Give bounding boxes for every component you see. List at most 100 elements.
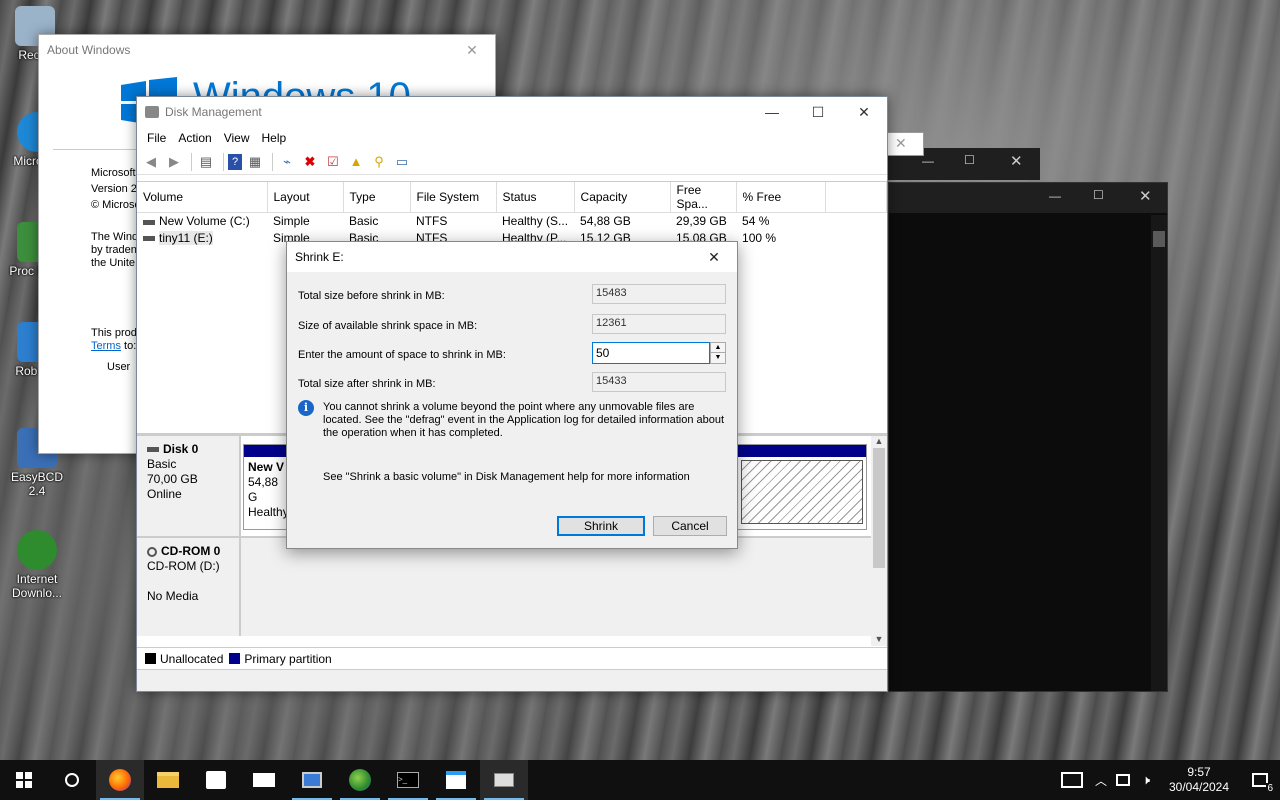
- properties-icon[interactable]: ▦: [245, 152, 265, 172]
- menu-view[interactable]: View: [218, 131, 256, 145]
- disk-mgmt-app-icon: [145, 106, 159, 118]
- spin-down-icon[interactable]: ▼: [711, 353, 725, 363]
- terms-suffix: to:: [124, 340, 137, 352]
- partition-c[interactable]: New V 54,88 G Healthy: [243, 444, 289, 530]
- clock[interactable]: 9:57 30/04/2024: [1158, 765, 1240, 795]
- taskbar: >_ ︿ 🕨 9:57 30/04/2024 6: [0, 760, 1280, 800]
- col-status[interactable]: Status: [496, 182, 575, 213]
- legend-bar: Unallocated Primary partition: [137, 647, 887, 669]
- volume-status[interactable]: 🕨: [1134, 760, 1158, 800]
- close-icon[interactable]: ✕: [449, 35, 495, 65]
- disk-size: 70,00 GB: [147, 472, 198, 486]
- desktop-icon-internet-download-manager[interactable]: Internet Downlo...: [2, 530, 72, 600]
- col-type[interactable]: Type: [343, 182, 411, 213]
- close-icon[interactable]: ✕: [895, 135, 907, 152]
- network-status[interactable]: [1112, 760, 1134, 800]
- partition-e[interactable]: [737, 444, 867, 530]
- terms-link[interactable]: Terms: [91, 340, 121, 352]
- volume-table-header: Volume Layout Type File System Status Ca…: [137, 182, 888, 213]
- minimize-icon[interactable]: —: [749, 97, 795, 127]
- cdrom-name: CD-ROM 0: [161, 544, 221, 558]
- back-icon[interactable]: ◀: [141, 152, 161, 172]
- show-hide-tree-icon[interactable]: ▤: [196, 152, 216, 172]
- taskbar-app-computer[interactable]: [288, 760, 336, 800]
- shrink-amount-stepper[interactable]: ▲ ▼: [710, 342, 726, 364]
- notepad-icon: [446, 771, 466, 789]
- taskbar-firefox[interactable]: [96, 760, 144, 800]
- start-button[interactable]: [0, 760, 48, 800]
- col-free-space[interactable]: Free Spa...: [670, 182, 737, 213]
- scroll-down-icon[interactable]: ▼: [871, 634, 887, 644]
- taskbar-store[interactable]: [192, 760, 240, 800]
- close-icon[interactable]: ✕: [1139, 187, 1152, 205]
- action-center-button[interactable]: 6: [1240, 760, 1280, 800]
- folder-up-icon[interactable]: ▲: [346, 152, 366, 172]
- desktop-icon-label: Internet Downlo...: [11, 572, 63, 600]
- taskbar-mail[interactable]: [240, 760, 288, 800]
- partition-status: Healthy: [248, 505, 289, 519]
- console-scrollbar[interactable]: [1151, 215, 1167, 691]
- about-titlebar: About Windows ✕: [39, 35, 495, 65]
- maximize-icon[interactable]: ☐: [795, 97, 841, 127]
- menu-file[interactable]: File: [141, 131, 172, 145]
- taskbar-file-explorer[interactable]: [144, 760, 192, 800]
- disk-state: Online: [147, 487, 182, 501]
- status-bar: [137, 669, 887, 691]
- about-desc-line: the Unite: [91, 257, 136, 269]
- minimize-icon[interactable]: —: [1049, 189, 1061, 203]
- taskbar-idm[interactable]: [336, 760, 384, 800]
- cancel-button[interactable]: Cancel: [653, 516, 727, 536]
- news-icon: [1061, 772, 1083, 788]
- search-button[interactable]: [48, 760, 96, 800]
- close-icon[interactable]: ✕: [1010, 152, 1023, 170]
- menu-action[interactable]: Action: [172, 131, 217, 145]
- delete-icon[interactable]: ✖: [300, 152, 320, 172]
- disk0-label[interactable]: Disk 0 Basic 70,00 GB Online: [137, 436, 241, 536]
- col-volume[interactable]: Volume: [137, 182, 268, 213]
- scrollbar-thumb[interactable]: [873, 448, 885, 568]
- disk-icon: [147, 447, 159, 453]
- shrink-dialog: Shrink E: ✕ Total size before shrink in …: [286, 241, 738, 549]
- cdrom-label[interactable]: CD-ROM 0 CD-ROM (D:) No Media: [137, 538, 241, 636]
- news-widget-button[interactable]: [1054, 760, 1090, 800]
- col-file-system[interactable]: File System: [410, 182, 497, 213]
- scrollbar-thumb[interactable]: [1153, 231, 1165, 247]
- col-capacity[interactable]: Capacity: [574, 182, 671, 213]
- tray-overflow-button[interactable]: ︿: [1090, 760, 1112, 800]
- store-icon: [206, 771, 226, 789]
- close-icon[interactable]: ✕: [841, 97, 887, 127]
- graph-scrollbar[interactable]: ▲ ▼: [871, 436, 887, 646]
- partition-size: 54,88 G: [248, 475, 279, 504]
- shrink-amount-input[interactable]: 50: [592, 342, 710, 364]
- disk-name: Disk 0: [163, 442, 199, 456]
- search-icon[interactable]: ⚲: [369, 152, 389, 172]
- scroll-up-icon[interactable]: ▲: [871, 436, 887, 446]
- help-icon[interactable]: ?: [228, 153, 242, 170]
- console-titlebar: — ☐ ✕: [889, 183, 1167, 213]
- maximize-icon[interactable]: ☐: [964, 153, 975, 167]
- col-percent-free[interactable]: % Free: [736, 182, 826, 213]
- available-label: Size of available shrink space in MB:: [298, 320, 478, 332]
- primary-swatch: [229, 653, 241, 664]
- table-row[interactable]: New Volume (C:) Simple Basic NTFS Health…: [137, 213, 887, 230]
- connect-icon[interactable]: ⌁: [277, 152, 297, 172]
- spin-up-icon[interactable]: ▲: [711, 343, 725, 353]
- maximize-icon[interactable]: ☐: [1093, 188, 1104, 202]
- forward-icon[interactable]: ▶: [164, 152, 184, 172]
- window-title: Disk Management: [165, 105, 262, 119]
- menu-help[interactable]: Help: [256, 131, 293, 145]
- total-before-value: 15483: [592, 284, 726, 304]
- cortana-circle-icon: [65, 773, 79, 787]
- dialog-titlebar: Shrink E: ✕: [287, 242, 737, 272]
- minimize-icon[interactable]: —: [922, 154, 934, 168]
- about-user: User: [107, 361, 131, 373]
- taskbar-disk-management[interactable]: [480, 760, 528, 800]
- check-icon[interactable]: ☑: [323, 152, 343, 172]
- close-icon[interactable]: ✕: [691, 242, 737, 272]
- partition-name: New V: [248, 460, 285, 474]
- shrink-button[interactable]: Shrink: [557, 516, 645, 536]
- col-layout[interactable]: Layout: [267, 182, 344, 213]
- taskbar-terminal[interactable]: >_: [384, 760, 432, 800]
- taskbar-notepad[interactable]: [432, 760, 480, 800]
- settings-icon[interactable]: ▭: [392, 152, 412, 172]
